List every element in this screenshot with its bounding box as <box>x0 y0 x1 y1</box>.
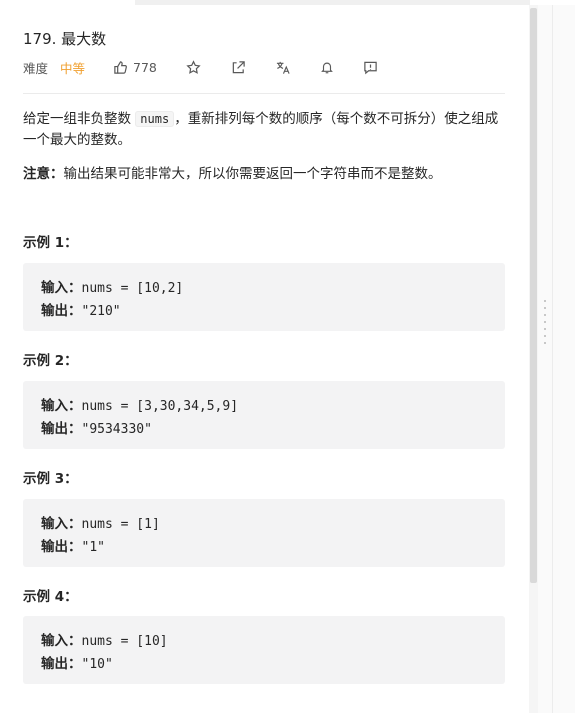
note-text: 输出结果可能非常大，所以你需要返回一个字符串而不是整数。 <box>63 166 442 182</box>
problem-description: 给定一组非负整数 nums ，重新排列每个数的顺序（每个数不可拆分）使之组成一个最… <box>23 109 503 151</box>
divider <box>23 93 505 94</box>
input-value: nums = [1] <box>81 517 160 532</box>
output-value: "1" <box>81 540 105 555</box>
input-label: 输入： <box>41 280 82 296</box>
output-label: 输出： <box>41 656 82 672</box>
thumbs-up-icon <box>114 60 127 74</box>
input-label: 输入： <box>41 398 82 414</box>
example-input: 输入：nums = [10,2] <box>41 276 183 296</box>
output-value: "210" <box>81 304 121 319</box>
difficulty-badge: 中等 <box>60 60 86 76</box>
problem-description-panel: 179. 最大数 难度 中等 778 给定一组非负整数 nums ，重新排列每个… <box>0 5 528 713</box>
share-icon[interactable] <box>230 58 248 76</box>
input-value: nums = [10] <box>81 634 168 649</box>
output-value: "9534330" <box>81 422 152 437</box>
panel-border <box>552 5 553 713</box>
example-title: 示例 2： <box>23 353 78 369</box>
feedback-icon[interactable] <box>362 58 380 76</box>
star-icon[interactable] <box>185 58 203 76</box>
example-box: 输入：nums = [10,2] 输出："210" <box>23 263 505 331</box>
example-output: 输出："9534330" <box>41 417 152 437</box>
difficulty-label: 难度 <box>23 60 49 76</box>
note-label: 注意： <box>23 166 64 182</box>
example-output: 输出："1" <box>41 535 105 555</box>
like-count: 778 <box>133 59 157 75</box>
example-box: 输入：nums = [1] 输出："1" <box>23 499 505 567</box>
output-label: 输出： <box>41 421 82 437</box>
like-button[interactable]: 778 <box>113 60 157 75</box>
scrollbar-thumb[interactable] <box>530 8 537 583</box>
resize-handle[interactable] <box>544 300 546 352</box>
output-label: 输出： <box>41 539 82 555</box>
editor-panel-edge <box>538 5 575 713</box>
input-label: 输入： <box>41 516 82 532</box>
description-text: 给定一组非负整数 <box>23 111 136 127</box>
example-input: 输入：nums = [10] <box>41 629 168 649</box>
example-title: 示例 1： <box>23 235 78 251</box>
input-label: 输入： <box>41 633 82 649</box>
example-box: 输入：nums = [3,30,34,5,9] 输出："9534330" <box>23 381 505 449</box>
example-output: 输出："210" <box>41 299 121 319</box>
example-box: 输入：nums = [10] 输出："10" <box>23 616 505 684</box>
translate-icon[interactable] <box>274 58 292 76</box>
example-title: 示例 3： <box>23 471 78 487</box>
problem-meta-bar: 难度 中等 778 <box>23 57 380 77</box>
problem-title: 179. 最大数 <box>23 30 107 48</box>
example-input: 输入：nums = [1] <box>41 512 160 532</box>
bell-icon[interactable] <box>318 58 336 76</box>
problem-note: 注意：输出结果可能非常大，所以你需要返回一个字符串而不是整数。 <box>23 164 503 185</box>
output-value: "10" <box>81 657 113 672</box>
example-input: 输入：nums = [3,30,34,5,9] <box>41 394 238 414</box>
output-label: 输出： <box>41 303 82 319</box>
example-title: 示例 4： <box>23 589 78 605</box>
example-output: 输出："10" <box>41 652 113 672</box>
inline-code: nums <box>135 111 175 127</box>
input-value: nums = [3,30,34,5,9] <box>81 399 239 414</box>
input-value: nums = [10,2] <box>81 281 184 296</box>
